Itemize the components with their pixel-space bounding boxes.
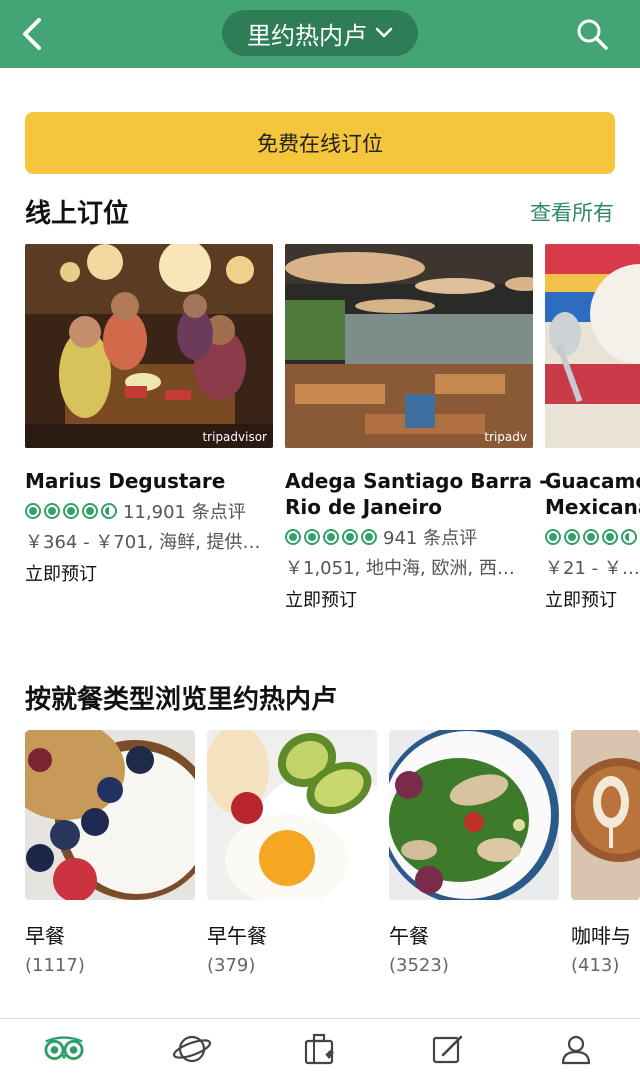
restaurant-name: Guacamo Mexicana — [545, 468, 640, 520]
category-count: (3523) — [389, 955, 449, 976]
chevron-down-icon — [375, 27, 393, 38]
book-now-link[interactable]: 立即预订 — [285, 586, 533, 612]
restaurant-photo — [545, 244, 640, 448]
rating-row — [545, 524, 640, 550]
tab-trips[interactable] — [300, 1031, 340, 1067]
category-photo — [571, 730, 640, 900]
rating-row: 11,901 条点评 — [25, 498, 273, 524]
search-icon — [577, 19, 608, 50]
tab-profile[interactable] — [556, 1031, 596, 1067]
meal-category-brunch[interactable]: 早午餐 (379) — [207, 730, 377, 976]
category-photo — [207, 730, 377, 900]
restaurant-card[interactable]: tripadv Adega Santiago Barra - Rio de Ja… — [285, 244, 548, 612]
price-cuisine: ￥21 - ￥16 — [545, 558, 640, 579]
watermark: tripadv — [484, 430, 527, 444]
tab-write-review[interactable] — [428, 1031, 468, 1067]
book-now-link[interactable]: 立即预订 — [25, 560, 273, 586]
watermark: tripadvisor — [202, 430, 267, 444]
restaurant-name: Marius Degustare — [25, 469, 226, 493]
category-label: 咖啡与 — [571, 924, 631, 948]
profile-icon — [561, 1035, 591, 1065]
section-title-meal-type: 按就餐类型浏览里约热内卢 — [25, 685, 338, 715]
price-cuisine: ￥1,051, 地中海, 欧洲, 西… — [285, 558, 515, 579]
review-count: 941 条点评 — [383, 528, 478, 549]
tab-explore[interactable] — [172, 1031, 212, 1067]
section-title-reserve: 线上订位 — [25, 199, 130, 229]
restaurant-name-line2: Mexicana — [545, 495, 640, 519]
meal-category-lunch[interactable]: 午餐 (3523) — [389, 730, 559, 976]
category-label: 早餐 — [25, 924, 65, 948]
chevron-left-icon — [23, 18, 41, 50]
top-bar: 里约热内卢 — [0, 0, 640, 68]
tab-home[interactable] — [44, 1031, 84, 1067]
price-cuisine: ￥364 - ￥701, 海鲜, 提供… — [25, 532, 261, 553]
category-label: 早午餐 — [207, 924, 267, 948]
review-count: 11,901 条点评 — [123, 502, 246, 523]
see-all-link[interactable]: 查看所有 — [530, 197, 614, 227]
search-button[interactable] — [574, 14, 610, 54]
back-button[interactable] — [16, 14, 46, 54]
restaurant-card[interactable]: tripadvisor Marius Degustare 11,901 条点评 … — [25, 244, 273, 586]
explore-planet-icon — [172, 1035, 212, 1063]
meal-category-breakfast[interactable]: 早餐 (1117) — [25, 730, 195, 976]
category-count: (379) — [207, 955, 256, 976]
category-count: (413) — [571, 955, 620, 976]
meal-category-coffee[interactable]: 咖啡与 (413) — [571, 730, 640, 976]
bottom-tab-bar — [0, 1018, 640, 1078]
rating-bubbles — [545, 529, 637, 545]
category-label: 午餐 — [389, 924, 429, 948]
restaurant-name-line1: Guacamo — [545, 469, 640, 493]
category-photo — [25, 730, 195, 900]
restaurant-photo: tripadvisor — [25, 244, 273, 448]
restaurant-photo: tripadv — [285, 244, 533, 448]
trips-icon — [304, 1033, 334, 1065]
write-review-icon — [432, 1035, 463, 1064]
restaurant-card[interactable]: Guacamo Mexicana ￥21 - ￥16 立即预订 — [545, 244, 640, 612]
restaurant-name: Adega Santiago Barra - Rio de Janeiro — [285, 468, 548, 520]
city-name: 里约热内卢 — [247, 21, 367, 50]
restaurant-name-line1: Adega Santiago Barra - — [285, 469, 548, 493]
city-selector[interactable]: 里约热内卢 — [222, 10, 418, 56]
rating-bubbles — [285, 529, 377, 545]
rating-row: 941 条点评 — [285, 524, 533, 550]
rating-bubbles — [25, 503, 117, 519]
restaurant-name-line2: Rio de Janeiro — [285, 495, 443, 519]
book-now-link[interactable]: 立即预订 — [545, 586, 640, 612]
category-photo — [389, 730, 559, 900]
free-online-reservation-button[interactable]: 免费在线订位 — [25, 112, 615, 174]
owl-icon — [44, 1036, 84, 1060]
category-count: (1117) — [25, 955, 85, 976]
